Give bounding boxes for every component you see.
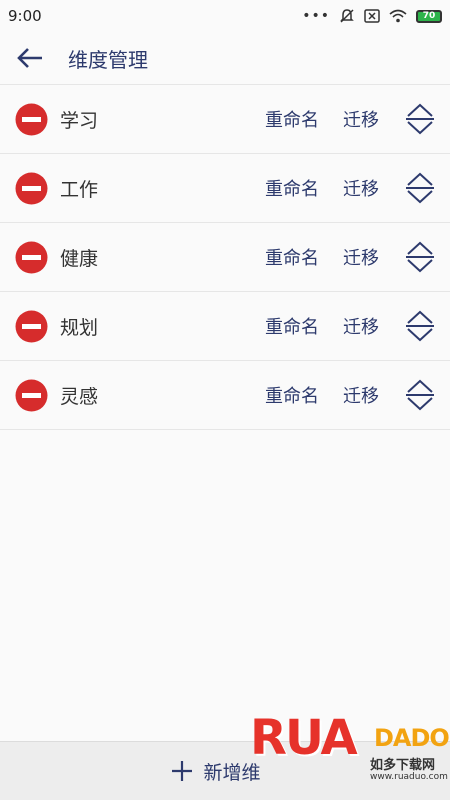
watermark-sub-text: DADO xyxy=(374,724,450,752)
rename-button[interactable]: 重命名 xyxy=(265,106,319,132)
delete-icon[interactable] xyxy=(15,241,48,274)
sort-handle-icon[interactable] xyxy=(404,378,436,412)
watermark-main-text: RUA xyxy=(250,710,358,766)
watermark-cn-text: 如多下载网 xyxy=(370,758,436,773)
rename-button[interactable]: 重命名 xyxy=(265,313,319,339)
migrate-button[interactable]: 迁移 xyxy=(343,313,379,339)
status-time: 9:00 xyxy=(8,7,42,25)
delete-icon[interactable] xyxy=(15,172,48,205)
battery-level: 70 xyxy=(422,11,436,21)
page-title: 维度管理 xyxy=(68,47,148,72)
rename-button[interactable]: 重命名 xyxy=(265,175,319,201)
list-item: 灵感 重命名 迁移 xyxy=(0,361,450,430)
watermark-url-text: www.ruaduo.com xyxy=(370,772,448,782)
sort-handle-icon[interactable] xyxy=(404,309,436,343)
more-dots-icon: ••• xyxy=(302,8,330,24)
item-name: 学习 xyxy=(60,109,99,132)
wifi-icon xyxy=(389,9,407,23)
rename-button[interactable]: 重命名 xyxy=(265,244,319,270)
migrate-button[interactable]: 迁移 xyxy=(343,106,379,132)
arrow-left-icon xyxy=(17,48,42,68)
item-name: 规划 xyxy=(60,316,99,339)
sort-handle-icon[interactable] xyxy=(404,171,436,205)
add-dimension-button[interactable]: 新增维 xyxy=(171,758,261,785)
migrate-button[interactable]: 迁移 xyxy=(343,175,379,201)
item-name: 工作 xyxy=(60,178,99,201)
rename-button[interactable]: 重命名 xyxy=(265,382,319,408)
sort-handle-icon[interactable] xyxy=(404,240,436,274)
delete-icon[interactable] xyxy=(15,379,48,412)
status-bar: 9:00 ••• 70 xyxy=(0,0,450,32)
sim-off-icon xyxy=(364,9,380,23)
item-name: 健康 xyxy=(60,247,99,270)
delete-icon[interactable] xyxy=(15,310,48,343)
list-item: 工作 重命名 迁移 xyxy=(0,154,450,223)
migrate-button[interactable]: 迁移 xyxy=(343,244,379,270)
back-button[interactable] xyxy=(14,42,46,74)
dimension-list: 学习 重命名 迁移 工作 重命名 迁移 健康 重命名 迁移 规划 重命名 迁移 … xyxy=(0,84,450,430)
battery-icon: 70 xyxy=(416,9,442,23)
plus-icon xyxy=(172,761,193,781)
sort-handle-icon[interactable] xyxy=(404,102,436,136)
status-icons: ••• 70 xyxy=(302,8,442,24)
delete-icon[interactable] xyxy=(15,103,48,136)
list-item: 健康 重命名 迁移 xyxy=(0,223,450,292)
app-header: 维度管理 xyxy=(0,32,450,84)
list-item: 规划 重命名 迁移 xyxy=(0,292,450,361)
list-item: 学习 重命名 迁移 xyxy=(0,85,450,154)
migrate-button[interactable]: 迁移 xyxy=(343,382,379,408)
item-name: 灵感 xyxy=(60,385,99,408)
watermark-logo: RUA DADO 如多下载网 www.ruaduo.com xyxy=(250,710,450,794)
bell-muted-icon xyxy=(340,9,354,23)
